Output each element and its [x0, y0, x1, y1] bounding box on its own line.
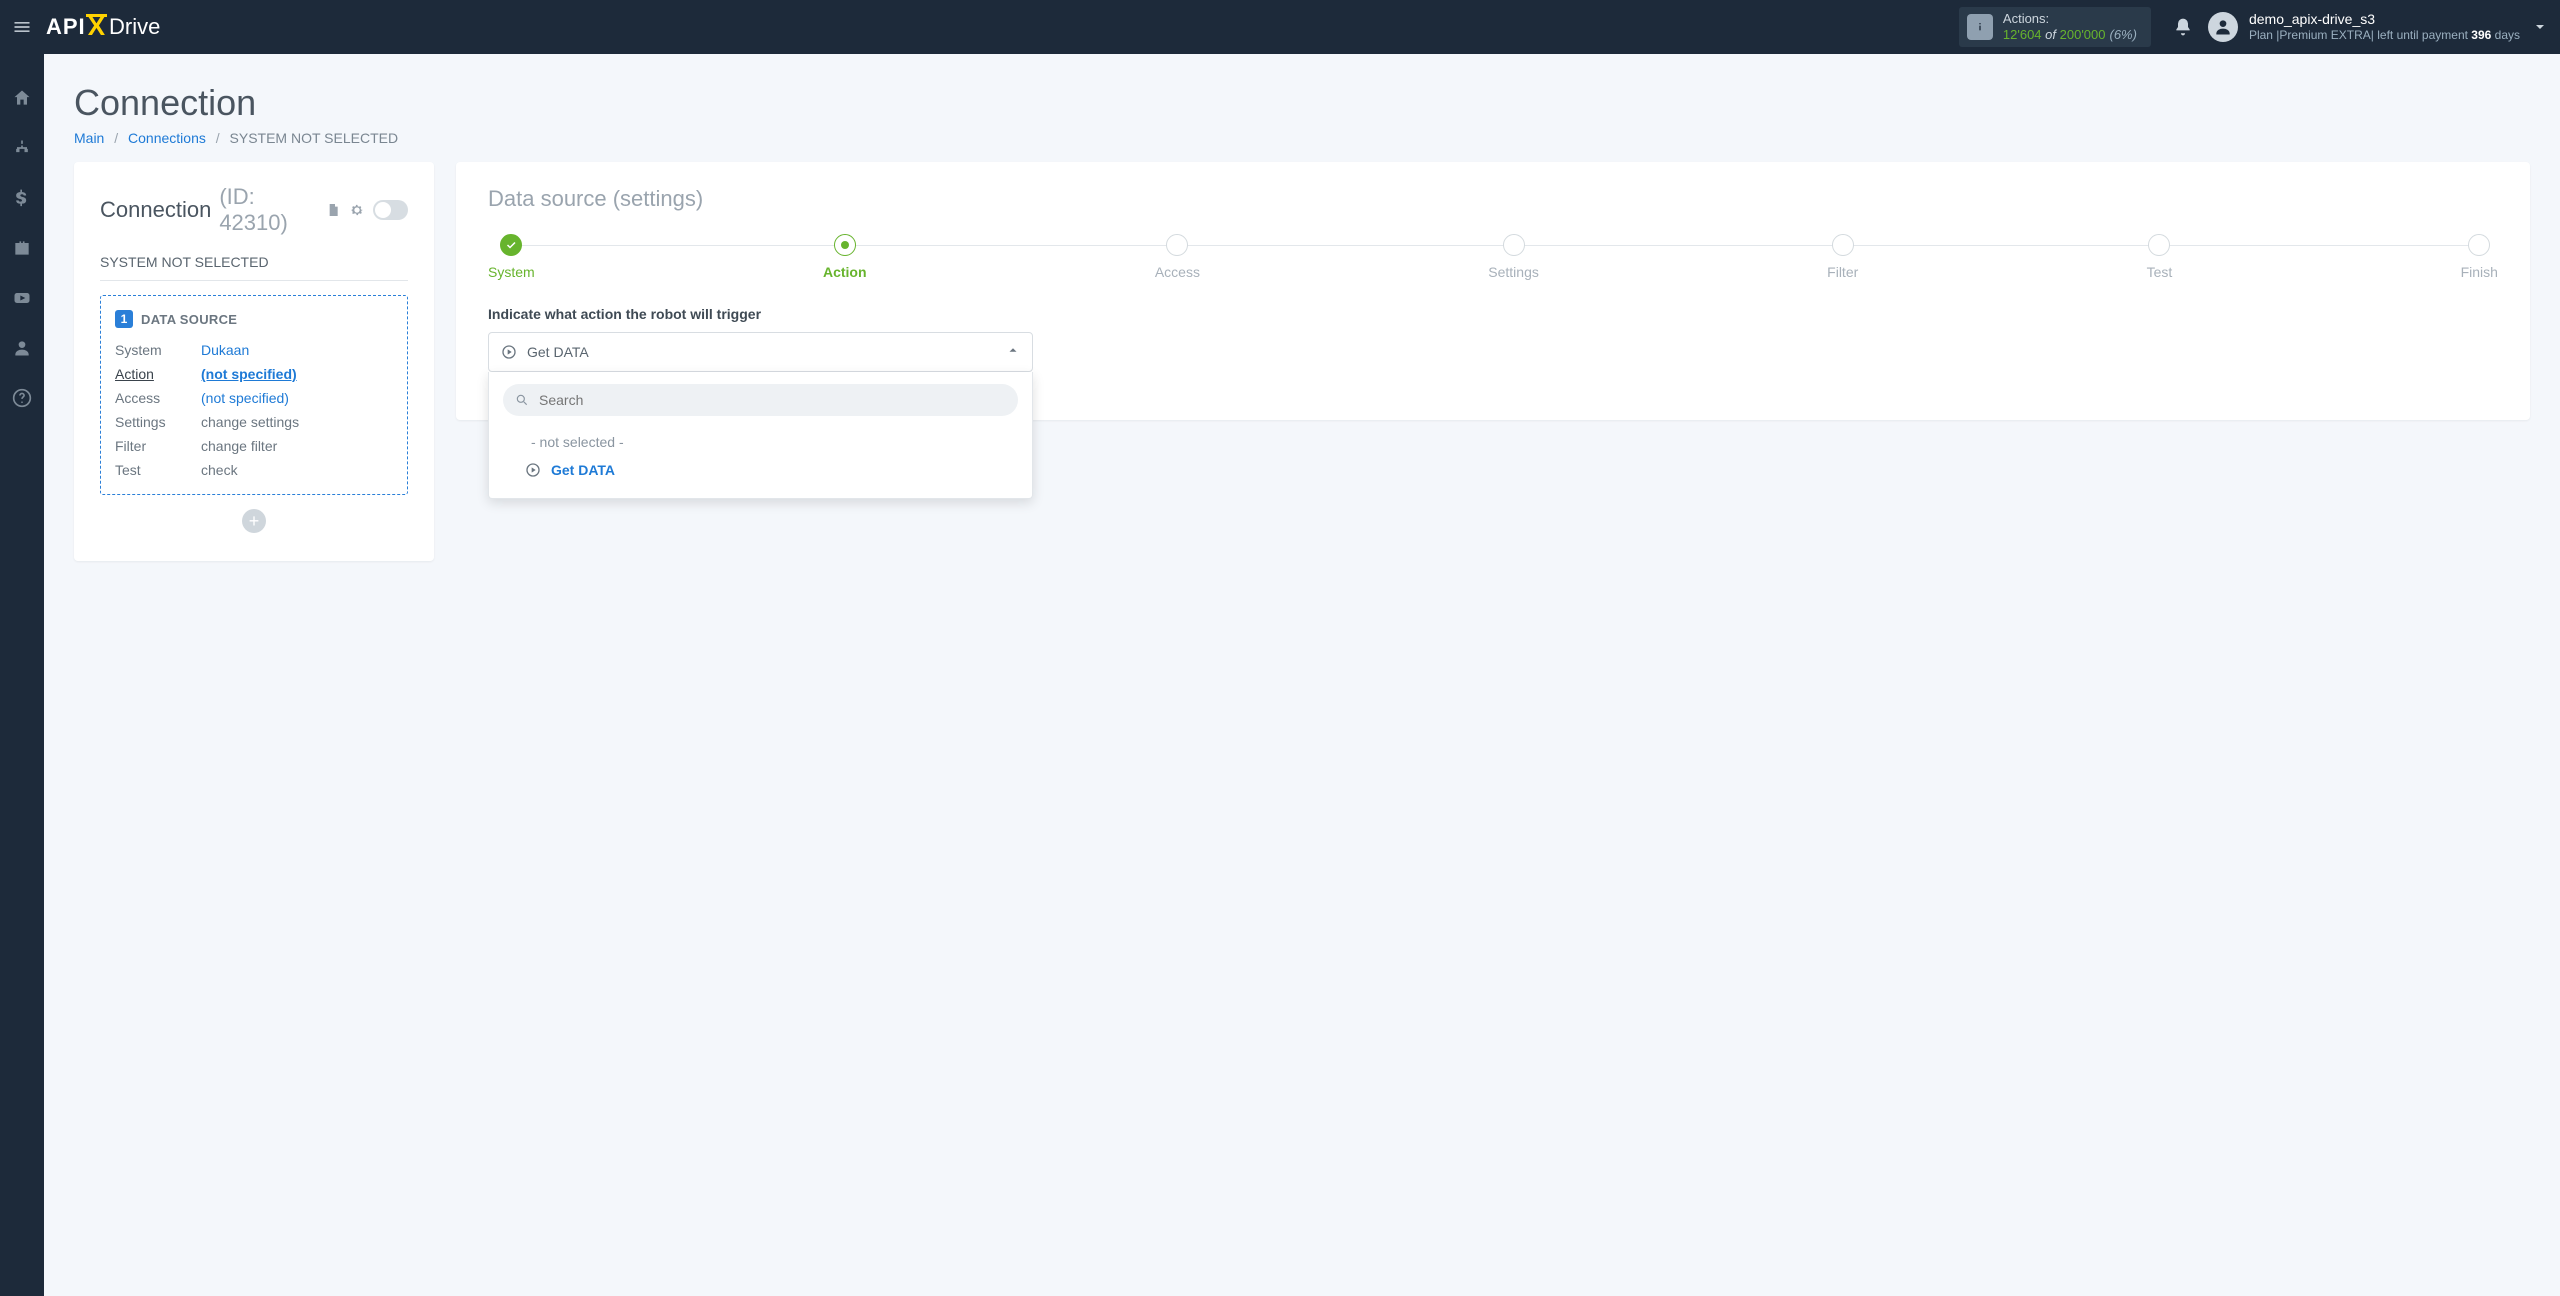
- connection-subtitle: SYSTEM NOT SELECTED: [100, 254, 408, 281]
- hamburger-icon: [12, 17, 32, 37]
- play-icon: [525, 462, 541, 478]
- step-finish[interactable]: Finish: [2461, 234, 2498, 280]
- check-icon: [505, 239, 517, 251]
- instruction-text: Indicate what action the robot will trig…: [488, 306, 2498, 322]
- crumb-main[interactable]: Main: [74, 130, 104, 146]
- sitemap-icon: [12, 138, 32, 158]
- user-icon: [12, 338, 32, 358]
- main-content: Connection Main / Connections / SYSTEM N…: [44, 54, 2560, 581]
- menu-button[interactable]: [0, 0, 44, 54]
- action-dropdown: - not selected - Get DATA: [488, 372, 1033, 499]
- stepper: System Action Access Settings Filter Tes…: [488, 234, 2498, 280]
- rail-help[interactable]: [0, 384, 44, 412]
- panel-title: Data source (settings): [488, 186, 2498, 212]
- bell-icon: [2173, 17, 2193, 37]
- user-plan: Plan |Premium EXTRA| left until payment …: [2249, 28, 2520, 42]
- add-destination-button[interactable]: +: [242, 509, 266, 533]
- notifications-button[interactable]: [2163, 7, 2203, 47]
- action-select: Get DATA - not selected - Get DATA: [488, 332, 1033, 372]
- crumb-connections[interactable]: Connections: [128, 130, 206, 146]
- step-action[interactable]: Action: [823, 234, 867, 280]
- ds-settings-link[interactable]: change settings: [201, 410, 299, 434]
- avatar-icon: [2208, 12, 2238, 42]
- chevron-up-icon: [1006, 343, 1020, 362]
- actions-counter[interactable]: Actions: 12'604 of 200'000(6%): [1959, 7, 2151, 47]
- action-select-trigger[interactable]: Get DATA: [488, 332, 1033, 372]
- step-access[interactable]: Access: [1155, 234, 1200, 280]
- ds-access-link[interactable]: (not specified): [201, 386, 289, 410]
- data-source-settings-panel: Data source (settings) System Action Acc…: [456, 162, 2530, 420]
- copy-button[interactable]: [325, 202, 341, 218]
- actions-label: Actions:: [2003, 12, 2137, 26]
- step-test[interactable]: Test: [2147, 234, 2173, 280]
- rail-billing[interactable]: [0, 184, 44, 212]
- logo-api: API: [46, 14, 86, 40]
- ds-system-link[interactable]: Dukaan: [201, 338, 249, 362]
- rail-connections[interactable]: [0, 134, 44, 162]
- home-icon: [12, 88, 32, 108]
- option-none[interactable]: - not selected -: [503, 428, 1018, 456]
- rail-video[interactable]: [0, 284, 44, 312]
- data-source-label: DATA SOURCE: [141, 312, 237, 327]
- option-get-data[interactable]: Get DATA: [503, 456, 1018, 484]
- search-input-wrap: [503, 384, 1018, 416]
- play-icon: [501, 344, 517, 360]
- connection-panel: Connection (ID: 42310) SYSTEM NOT SELECT…: [74, 162, 434, 561]
- ds-action-link[interactable]: (not specified): [201, 362, 297, 386]
- user-avatar[interactable]: [2203, 7, 2243, 47]
- step-filter[interactable]: Filter: [1827, 234, 1858, 280]
- breadcrumb: Main / Connections / SYSTEM NOT SELECTED: [74, 130, 2530, 146]
- help-icon: [12, 388, 32, 408]
- dollar-icon: [12, 188, 32, 208]
- logo-drive: Drive: [109, 14, 160, 40]
- page-title: Connection: [74, 82, 2530, 124]
- step-settings[interactable]: Settings: [1488, 234, 1539, 280]
- ds-filter-link[interactable]: change filter: [201, 434, 277, 458]
- actions-values: 12'604 of 200'000(6%): [2003, 27, 2137, 42]
- side-rail: [0, 54, 44, 1296]
- rail-account[interactable]: [0, 334, 44, 362]
- connection-heading: Connection: [100, 197, 211, 223]
- user-menu-chevron[interactable]: [2520, 19, 2560, 35]
- youtube-icon: [12, 288, 32, 308]
- logo[interactable]: API X Drive: [46, 12, 160, 43]
- rail-home[interactable]: [0, 84, 44, 112]
- crumb-current: SYSTEM NOT SELECTED: [230, 130, 399, 146]
- settings-button[interactable]: [349, 202, 365, 218]
- user-name: demo_apix-drive_s3: [2249, 11, 2520, 28]
- rail-work[interactable]: [0, 234, 44, 262]
- user-info[interactable]: demo_apix-drive_s3 Plan |Premium EXTRA| …: [2249, 11, 2520, 42]
- ds-test-link[interactable]: check: [201, 458, 238, 482]
- step-number-badge: 1: [115, 310, 133, 328]
- selected-action: Get DATA: [527, 344, 996, 360]
- search-icon: [515, 393, 529, 407]
- top-bar: API X Drive Actions: 12'604 of 200'000(6…: [0, 0, 2560, 54]
- info-icon: [1967, 14, 1993, 40]
- enable-toggle[interactable]: [373, 200, 408, 220]
- briefcase-icon: [12, 238, 32, 258]
- connection-id: (ID: 42310): [219, 184, 316, 236]
- gear-icon: [349, 202, 365, 218]
- chevron-down-icon: [2532, 19, 2548, 35]
- step-system[interactable]: System: [488, 234, 535, 280]
- data-source-box: 1 DATA SOURCE SystemDukaan Action(not sp…: [100, 295, 408, 495]
- logo-x-icon: X: [88, 11, 105, 42]
- document-icon: [325, 202, 341, 218]
- search-input[interactable]: [537, 391, 1006, 409]
